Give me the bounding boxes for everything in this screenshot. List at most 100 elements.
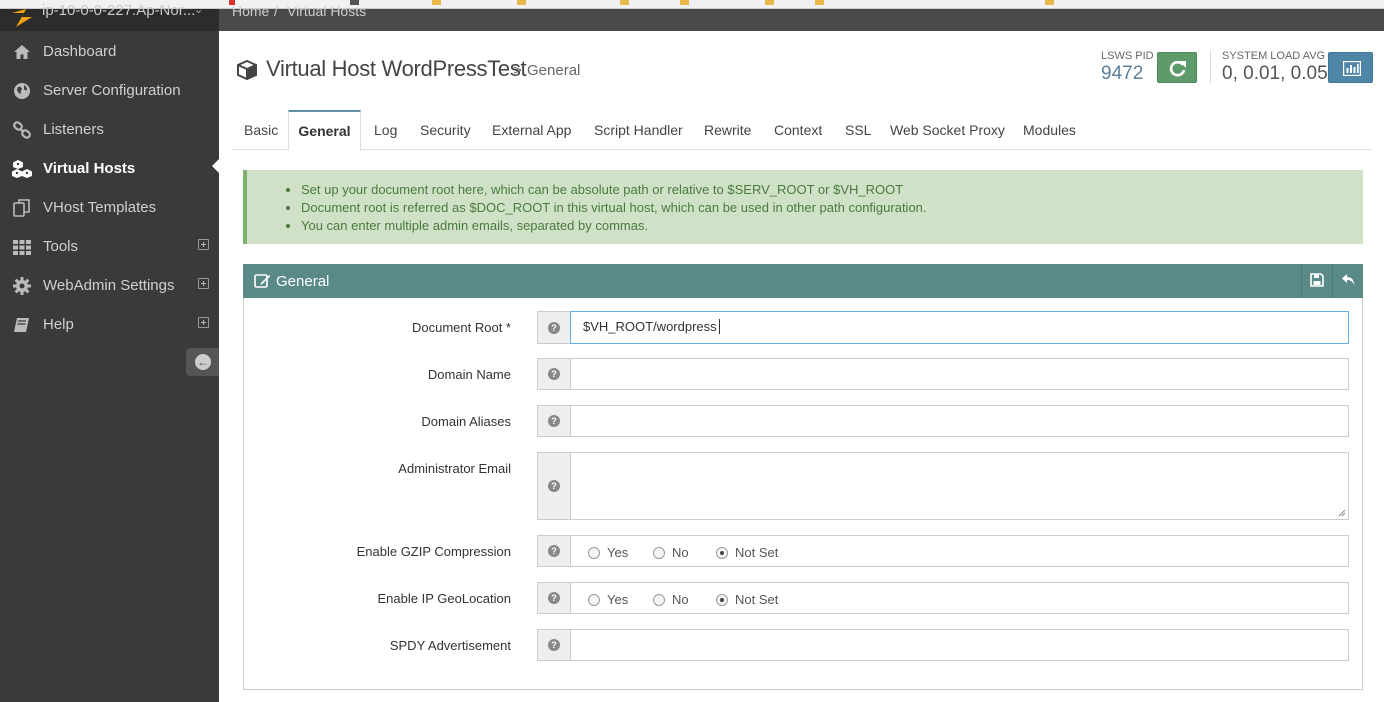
chevron-down-icon[interactable]: ⌄ bbox=[194, 3, 203, 16]
title-separator: > bbox=[513, 62, 522, 79]
reply-icon bbox=[1342, 274, 1355, 286]
radio-label: Not Set bbox=[735, 592, 779, 607]
spdy-advertisement-label: SPDY Advertisement bbox=[389, 638, 511, 653]
sidebar-item-label: VHost Templates bbox=[43, 199, 157, 216]
gzip-compression-radio-group: Yes No Not Set bbox=[570, 535, 1349, 567]
radio-selected-icon bbox=[716, 547, 728, 559]
save-button[interactable] bbox=[1301, 264, 1332, 298]
tab-general[interactable]: General bbox=[288, 110, 361, 151]
ip-geolocation-label: Enable IP GeoLocation bbox=[377, 591, 511, 606]
radio-selected-icon bbox=[716, 594, 728, 606]
real-time-stats-button[interactable] bbox=[1328, 52, 1373, 83]
bookmark-folder-icon[interactable] bbox=[432, 0, 441, 5]
gzip-yes-radio[interactable]: Yes bbox=[588, 545, 628, 560]
sidebar-item-virtual-hosts[interactable]: Virtual Hosts bbox=[0, 149, 220, 188]
tab-modules[interactable]: Modules bbox=[1023, 110, 1076, 150]
tab-web-socket-proxy[interactable]: Web Socket Proxy bbox=[890, 110, 1005, 150]
help-button[interactable]: ? bbox=[537, 405, 571, 437]
gzip-compression-label: Enable GZIP Compression bbox=[356, 544, 511, 559]
ip-geolocation-radio-group: Yes No Not Set bbox=[570, 582, 1349, 614]
sidebar-item-label: Server Configuration bbox=[43, 82, 181, 99]
spdy-advertisement-input[interactable] bbox=[570, 629, 1349, 661]
help-button[interactable]: ? bbox=[537, 452, 571, 520]
document-root-value: $VH_ROOT/wordpress bbox=[583, 319, 717, 334]
restart-server-button[interactable] bbox=[1157, 52, 1197, 83]
bookmark-folder-icon[interactable] bbox=[765, 0, 774, 5]
tab-security[interactable]: Security bbox=[420, 110, 471, 150]
undo-button[interactable] bbox=[1332, 264, 1363, 298]
sidebar-item-label: WebAdmin Settings bbox=[43, 277, 175, 294]
resize-handle-icon[interactable] bbox=[1338, 509, 1346, 517]
expand-plus-icon[interactable] bbox=[198, 278, 209, 289]
sidebar-item-server-configuration[interactable]: Server Configuration bbox=[0, 71, 219, 110]
expand-plus-icon[interactable] bbox=[198, 239, 209, 250]
geolocation-not-set-radio[interactable]: Not Set bbox=[716, 592, 778, 607]
domain-aliases-label: Domain Aliases bbox=[421, 414, 511, 429]
sidebar-item-tools[interactable]: Tools bbox=[0, 227, 219, 266]
radio-icon bbox=[588, 594, 600, 606]
domain-name-label: Domain Name bbox=[427, 367, 511, 382]
text-cursor bbox=[719, 319, 720, 334]
tab-ssl[interactable]: SSL bbox=[845, 110, 871, 150]
help-button[interactable]: ? bbox=[537, 358, 571, 390]
sidebar: ip-10-0-0-227.Ap-Nor... ⌄ Dashboard Serv… bbox=[0, 2, 220, 702]
radio-label: Yes bbox=[607, 592, 629, 607]
collapse-sidebar-button[interactable]: ← bbox=[186, 348, 219, 376]
panel-title: General bbox=[276, 273, 330, 290]
bookmark-folder-icon[interactable] bbox=[1045, 0, 1054, 5]
globe-icon bbox=[14, 83, 30, 99]
page-title: Virtual Host WordPressTest bbox=[266, 56, 527, 81]
sidebar-item-webadmin-settings[interactable]: WebAdmin Settings bbox=[0, 266, 219, 305]
info-item: Set up your document root here, which ca… bbox=[301, 181, 927, 199]
info-item: Document root is referred as $DOC_ROOT i… bbox=[301, 199, 927, 217]
geolocation-no-radio[interactable]: No bbox=[653, 592, 689, 607]
sidebar-header[interactable]: ip-10-0-0-227.Ap-Nor... ⌄ bbox=[0, 2, 219, 31]
refresh-icon bbox=[1169, 60, 1186, 77]
help-button[interactable]: ? bbox=[537, 629, 571, 661]
administrator-email-textarea[interactable] bbox=[570, 452, 1349, 520]
sidebar-item-dashboard[interactable]: Dashboard bbox=[0, 32, 219, 71]
sidebar-item-vhost-templates[interactable]: VHost Templates bbox=[0, 188, 219, 227]
link-icon bbox=[13, 121, 31, 139]
radio-label: Yes bbox=[607, 545, 629, 560]
help-button[interactable]: ? bbox=[537, 311, 571, 344]
browser-bookmark-strip bbox=[0, 0, 1384, 9]
geolocation-yes-radio[interactable]: Yes bbox=[588, 592, 628, 607]
breadcrumb-separator: / bbox=[274, 3, 278, 19]
radio-label: Not Set bbox=[735, 545, 779, 560]
bookmark-folder-icon[interactable] bbox=[680, 0, 689, 5]
info-item: You can enter multiple admin emails, sep… bbox=[301, 217, 927, 235]
bookmark-folder-icon[interactable] bbox=[517, 0, 526, 5]
help-button[interactable]: ? bbox=[537, 535, 571, 567]
cube-icon bbox=[237, 59, 257, 81]
tab-script-handler[interactable]: Script Handler bbox=[594, 110, 683, 150]
bookmark-folder-icon[interactable] bbox=[620, 0, 629, 5]
server-host-name[interactable]: ip-10-0-0-227.Ap-Nor... bbox=[42, 2, 195, 19]
sidebar-item-help[interactable]: Help bbox=[0, 305, 219, 344]
radio-icon bbox=[588, 547, 600, 559]
domain-aliases-input[interactable] bbox=[570, 405, 1349, 437]
sidebar-item-listeners[interactable]: Listeners bbox=[0, 110, 219, 149]
sidebar-item-label: Help bbox=[43, 316, 74, 333]
help-button[interactable]: ? bbox=[537, 582, 571, 614]
domain-name-input[interactable] bbox=[570, 358, 1349, 390]
breadcrumb: Home / Virtual Hosts bbox=[219, 3, 1384, 31]
document-root-label: Document Root * bbox=[412, 320, 511, 335]
page-subtitle: General bbox=[527, 62, 581, 79]
tab-context[interactable]: Context bbox=[774, 110, 822, 150]
gzip-not-set-radio[interactable]: Not Set bbox=[716, 545, 778, 560]
question-icon: ? bbox=[548, 639, 560, 651]
bookmark-folder-icon[interactable] bbox=[815, 0, 824, 5]
tab-rewrite[interactable]: Rewrite bbox=[704, 110, 751, 150]
document-root-input[interactable]: $VH_ROOT/wordpress bbox=[570, 311, 1349, 344]
expand-plus-icon[interactable] bbox=[198, 317, 209, 328]
breadcrumb-home-link[interactable]: Home bbox=[232, 3, 269, 19]
tab-external-app[interactable]: External App bbox=[492, 110, 571, 150]
gzip-no-radio[interactable]: No bbox=[653, 545, 689, 560]
tab-log[interactable]: Log bbox=[374, 110, 397, 150]
gear-icon bbox=[13, 277, 31, 295]
question-icon: ? bbox=[548, 368, 560, 380]
system-load-value: 0, 0.01, 0.05 bbox=[1222, 63, 1328, 84]
tab-basic[interactable]: Basic bbox=[244, 110, 278, 150]
lsws-pid-value: 9472 bbox=[1101, 63, 1144, 84]
